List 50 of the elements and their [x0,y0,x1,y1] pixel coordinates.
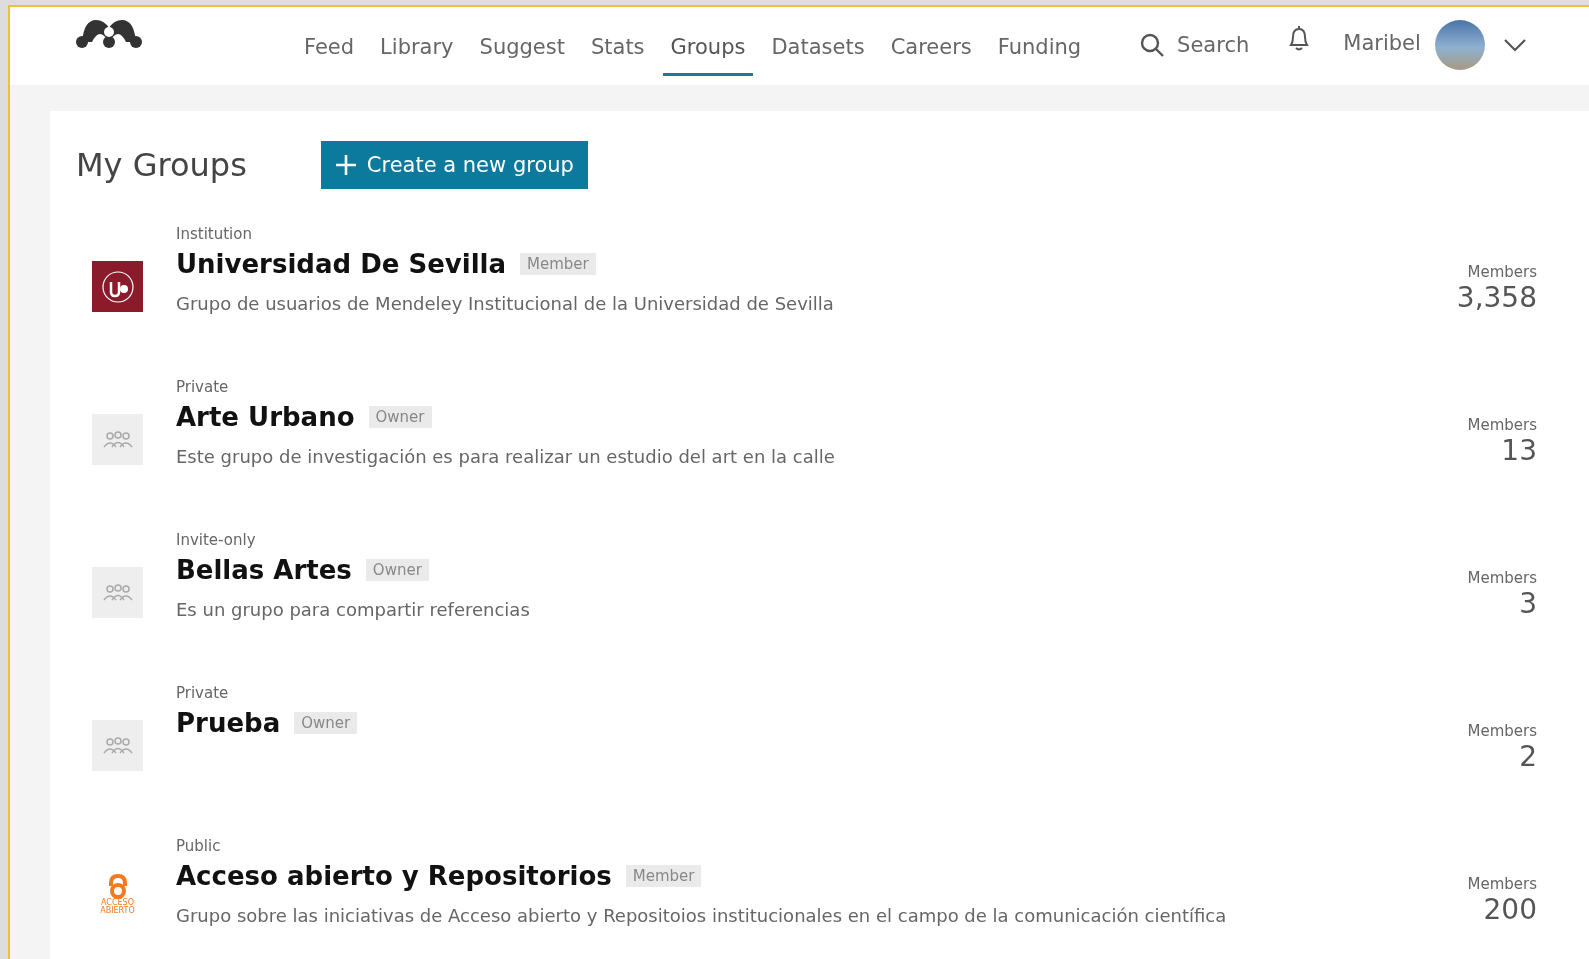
plus-icon [334,154,357,176]
role-badge: Owner [365,559,429,581]
members-label: Members [1466,263,1537,281]
role-badge: Owner [294,712,358,734]
members-label: Members [1466,569,1537,587]
university-seal-icon [92,261,143,312]
nav-tab[interactable]: Groups [662,14,754,76]
group-type: Private [176,378,230,396]
members-count: 3,358 [1455,281,1537,314]
search-button[interactable]: Search [1133,31,1256,59]
nav-tab[interactable]: Funding [989,14,1090,76]
role-badge: Member [520,253,596,275]
members-count: 13 [1500,434,1537,467]
chevron-down-icon[interactable] [1502,38,1527,52]
avatar[interactable] [1434,20,1485,70]
group-description: Es un grupo para compartir referencias [176,599,531,620]
group-description: Grupo de usuarios de Mendeley Institucional de la Universidad de Sevilla [176,293,835,314]
group-description: Este grupo de investigación es para realizar un estudio del art en la calle [176,446,836,467]
group-type: Institution [176,225,253,243]
group-name-link[interactable]: Arte Urbano [176,402,355,432]
nav-tab[interactable]: Suggest [471,14,573,76]
members-count: 2 [1518,740,1537,773]
group-name-link[interactable]: Universidad De Sevilla [176,249,506,279]
group-type: Private [176,684,230,702]
group-name-link[interactable]: Prueba [176,708,281,738]
group-name-link[interactable]: Bellas Artes [176,555,352,585]
group-placeholder-icon [92,720,143,771]
nav-tab[interactable]: Datasets [763,14,873,76]
members-label: Members [1466,416,1537,434]
role-badge: Owner [368,406,432,428]
group-type: Public [176,837,222,855]
group-placeholder-icon [92,414,143,465]
user-name[interactable]: Maribel [1343,31,1421,55]
members-label: Members [1466,722,1537,740]
group-name-link[interactable]: Acceso abierto y Repositorios [176,861,612,891]
group-placeholder-icon [92,567,143,618]
nav-tab[interactable]: Careers [882,14,980,76]
group-type: Invite-only [176,531,257,549]
members-count: 3 [1518,587,1537,620]
page-title: My Groups [76,146,247,184]
members-count: 200 [1482,893,1537,926]
create-group-button[interactable]: Create a new group [320,141,588,189]
nav-tab[interactable]: Stats [582,14,653,76]
search-icon [1139,32,1166,58]
group-description: Grupo sobre las iniciativas de Acceso abierto y Repositoios institucionales en el campo de la comunicación científica [176,905,1228,926]
nav-tab[interactable]: Feed [296,14,363,76]
nav-tab[interactable]: Library [372,14,462,76]
members-label: Members [1466,875,1537,893]
open-access-logo: ACCESO ABIERTO [92,873,143,915]
role-badge: Member [625,865,702,887]
